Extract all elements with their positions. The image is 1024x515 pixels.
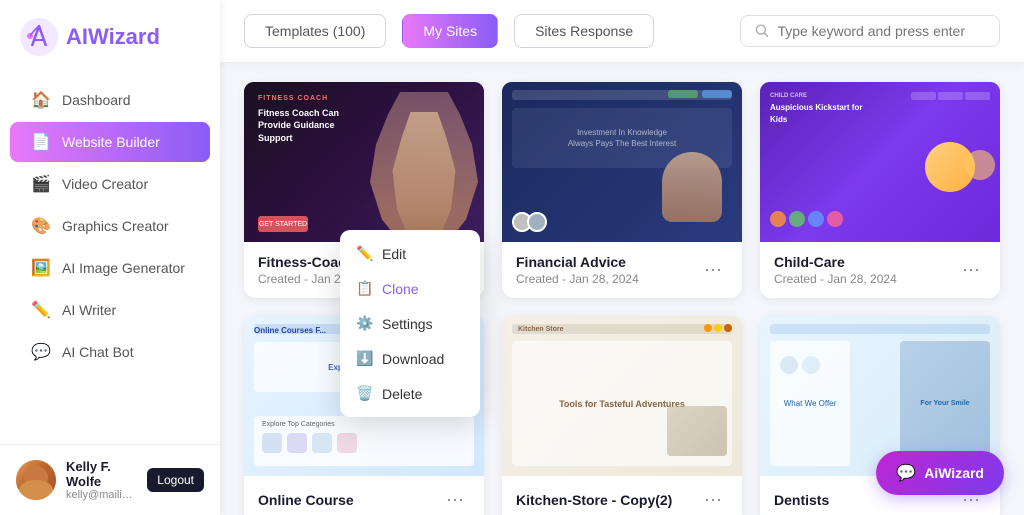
sidebar-item-ai-image-generator[interactable]: 🖼️ AI Image Generator <box>10 248 210 288</box>
dashboard-icon: 🏠 <box>32 91 50 109</box>
graphics-creator-icon: 🎨 <box>32 217 50 235</box>
card-title: Dentists <box>774 492 829 508</box>
card-kitchen-store: Kitchen Store Tools for Tasteful Adventu… <box>502 316 742 515</box>
dropdown-item-download[interactable]: ⬇️ Download <box>340 341 480 376</box>
search-bar <box>740 15 1000 47</box>
ai-chat-bot-icon: 💬 <box>32 343 50 361</box>
card-financial-advice: Investment In KnowledgeAlways Pays The B… <box>502 82 742 298</box>
tab-templates[interactable]: Templates (100) <box>244 14 386 48</box>
card-child-care: CHILD CARE Auspicious Kickstart for Kids <box>760 82 1000 298</box>
sidebar-item-website-builder[interactable]: 📄 Website Builder <box>10 122 210 162</box>
clone-icon: 📋 <box>356 280 372 297</box>
logo-area: AIWizard <box>0 0 220 70</box>
sidebar-bottom: Kelly F. Wolfe kelly@mailinator.com Logo… <box>0 444 220 515</box>
ai-writer-icon: ✏️ <box>32 301 50 319</box>
card-info-financial: Financial Advice Created - Jan 28, 2024 … <box>502 242 742 298</box>
aiwizard-chat-button[interactable]: 💬 AiWizard <box>876 451 1004 495</box>
nav-items: 🏠 Dashboard 📄 Website Builder 🎬 Video Cr… <box>0 70 220 444</box>
ai-image-generator-icon: 🖼️ <box>32 259 50 277</box>
sidebar-item-label: Website Builder <box>62 134 160 150</box>
sidebar-item-label: AI Chat Bot <box>62 344 134 360</box>
logo-icon <box>20 18 58 56</box>
card-title: Child-Care <box>774 254 897 270</box>
dropdown-label: Download <box>382 351 444 367</box>
tab-my-sites[interactable]: My Sites <box>402 14 498 48</box>
sidebar-item-label: AI Image Generator <box>62 260 185 276</box>
user-email: kelly@mailinator.com <box>66 489 137 501</box>
card-thumb-kitchen: Kitchen Store Tools for Tasteful Adventu… <box>502 316 742 476</box>
card-date: Created - Jan 28, 2024 <box>516 272 639 286</box>
card-thumb-financial: Investment In KnowledgeAlways Pays The B… <box>502 82 742 242</box>
card-menu-button-kitchen[interactable]: ⋯ <box>698 488 728 513</box>
sidebar-item-video-creator[interactable]: 🎬 Video Creator <box>10 164 210 204</box>
dropdown-item-settings[interactable]: ⚙️ Settings <box>340 306 480 341</box>
dropdown-label: Delete <box>382 386 422 402</box>
sidebar-item-ai-chat-bot[interactable]: 💬 AI Chat Bot <box>10 332 210 372</box>
edit-icon: ✏️ <box>356 245 372 262</box>
card-thumb-childcare: CHILD CARE Auspicious Kickstart for Kids <box>760 82 1000 242</box>
card-title: Financial Advice <box>516 254 639 270</box>
top-bar: Templates (100) My Sites Sites Response <box>220 0 1024 62</box>
card-menu-button-childcare[interactable]: ⋯ <box>956 258 986 283</box>
chat-bubble-icon: 💬 <box>896 463 916 483</box>
dropdown-label: Edit <box>382 246 406 262</box>
user-name: Kelly F. Wolfe <box>66 459 137 489</box>
download-icon: ⬇️ <box>356 350 372 367</box>
sidebar-item-ai-writer[interactable]: ✏️ AI Writer <box>10 290 210 330</box>
sidebar: AIWizard 🏠 Dashboard 📄 Website Builder 🎬… <box>0 0 220 515</box>
card-title: Kitchen-Store - Copy(2) <box>516 492 672 508</box>
tab-sites-response[interactable]: Sites Response <box>514 14 654 48</box>
sidebar-item-graphics-creator[interactable]: 🎨 Graphics Creator <box>10 206 210 246</box>
card-text: Dentists <box>774 492 829 510</box>
card-title: Online Course <box>258 492 354 508</box>
logo-text: AIWizard <box>66 24 160 50</box>
card-date: Created - Jan 28, 2024 <box>774 272 897 286</box>
avatar <box>16 460 56 500</box>
dropdown-label: Settings <box>382 316 433 332</box>
website-builder-icon: 📄 <box>32 133 50 151</box>
dropdown-menu: ✏️ Edit 📋 Clone ⚙️ Settings ⬇️ Download … <box>340 230 480 417</box>
card-text: Online Course <box>258 492 354 510</box>
sidebar-item-label: Video Creator <box>62 176 148 192</box>
avatar-image <box>16 460 56 500</box>
settings-icon: ⚙️ <box>356 315 372 332</box>
user-info: Kelly F. Wolfe kelly@mailinator.com <box>66 459 137 501</box>
dropdown-item-edit[interactable]: ✏️ Edit <box>340 236 480 271</box>
sidebar-item-label: Dashboard <box>62 92 131 108</box>
card-info-childcare: Child-Care Created - Jan 28, 2024 ⋯ <box>760 242 1000 298</box>
sidebar-item-dashboard[interactable]: 🏠 Dashboard <box>10 80 210 120</box>
sidebar-item-label: Graphics Creator <box>62 218 169 234</box>
card-menu-button-online[interactable]: ⋯ <box>440 488 470 513</box>
card-info-online: Online Course ⋯ <box>244 476 484 515</box>
sidebar-item-label: AI Writer <box>62 302 116 318</box>
search-icon <box>755 23 769 39</box>
card-text: Financial Advice Created - Jan 28, 2024 <box>516 254 639 286</box>
card-info-kitchen: Kitchen-Store - Copy(2) ⋯ <box>502 476 742 515</box>
card-thumb-fitness: FITNESS COACH Fitness Coach Can Provide … <box>244 82 484 242</box>
video-creator-icon: 🎬 <box>32 175 50 193</box>
logout-button[interactable]: Logout <box>147 468 204 492</box>
dropdown-label: Clone <box>382 281 419 297</box>
dropdown-item-delete[interactable]: 🗑️ Delete <box>340 376 480 411</box>
delete-icon: 🗑️ <box>356 385 372 402</box>
search-input[interactable] <box>777 23 985 39</box>
card-text: Child-Care Created - Jan 28, 2024 <box>774 254 897 286</box>
card-menu-button-financial[interactable]: ⋯ <box>698 258 728 283</box>
card-text: Kitchen-Store - Copy(2) <box>516 492 672 510</box>
aiwizard-btn-label: AiWizard <box>924 465 984 481</box>
dropdown-item-clone[interactable]: 📋 Clone <box>340 271 480 306</box>
